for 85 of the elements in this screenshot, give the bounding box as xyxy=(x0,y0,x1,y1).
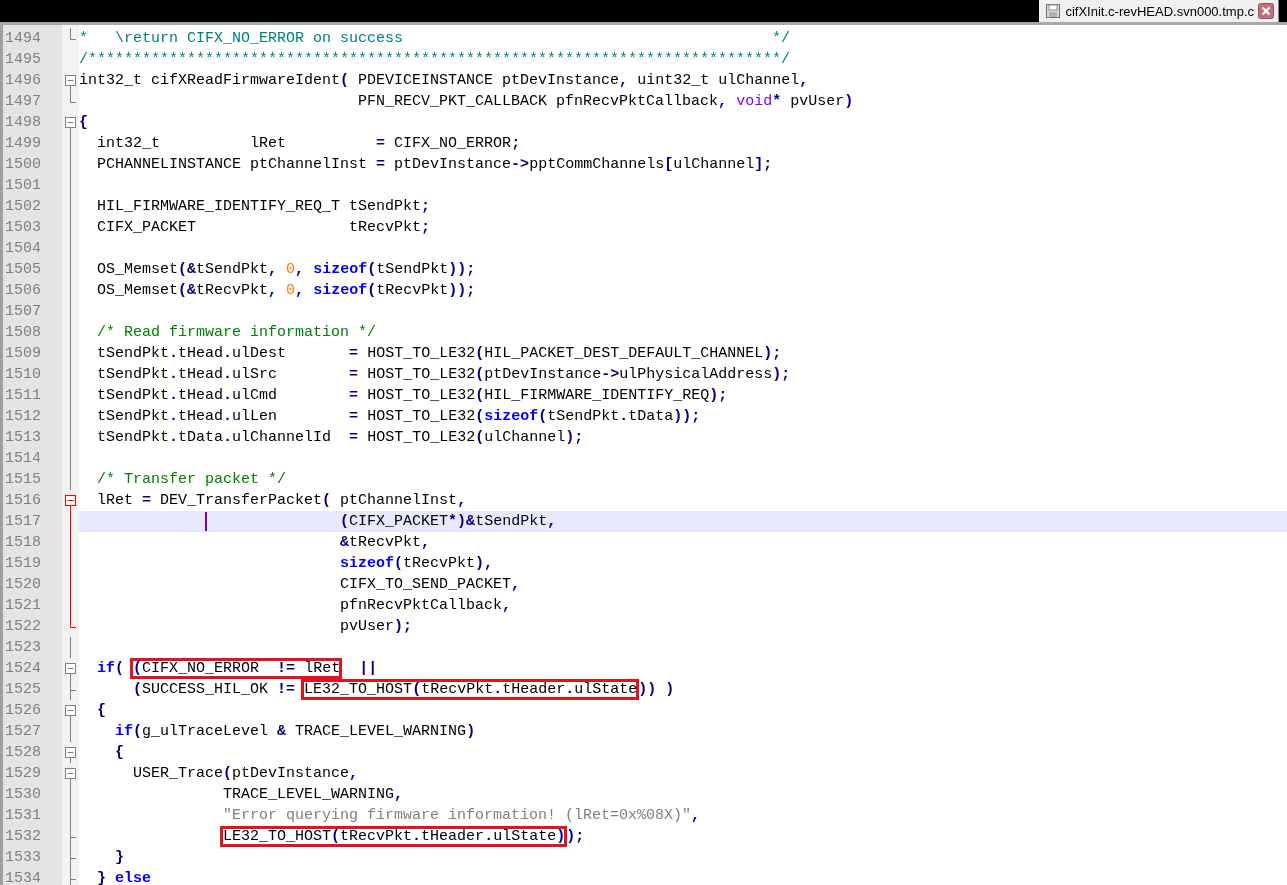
code-line: tSendPkt.tHead.ulSrc = HOST_TO_LE32(ptDevInstance->ulPhysicalAddress); xyxy=(96,366,791,383)
code-line: CIFX_TO_SEND_PACKET, xyxy=(339,576,521,593)
line-number: 1525 xyxy=(5,680,42,700)
code-line: PFN_RECV_PKT_CALLBACK pfnRecvPktCallback, void* pvUser) xyxy=(357,93,854,110)
line-number: 1529 xyxy=(5,764,42,784)
code-line: TRACE_LEVEL_WARNING, xyxy=(222,786,404,803)
line-number: 1534 xyxy=(5,869,42,885)
code-line: HIL_FIRMWARE_IDENTIFY_REQ_T tSendPkt; xyxy=(96,198,431,215)
code-line: /*****************************************************************************/ xyxy=(79,51,791,68)
code-line: (CIFX_PACKET*)&tSendPkt, xyxy=(79,513,557,530)
code-line: "Error querying firmware information! (lRet=0x%08X)", xyxy=(222,807,701,824)
line-number: 1503 xyxy=(5,218,42,238)
line-number: 1533 xyxy=(5,848,42,868)
line-number: 1497 xyxy=(5,92,42,112)
code-line: if( (CIFX_NO_ERROR != lRet || xyxy=(96,660,378,677)
fold-minus-icon[interactable] xyxy=(65,705,76,721)
line-number: 1511 xyxy=(5,386,42,406)
file-tab[interactable]: cifXInit.c-revHEAD.svn000.tmp.c xyxy=(1039,0,1279,22)
code-line: lRet = DEV_TransferPacket( ptChannelInst, xyxy=(96,492,467,509)
line-number: 1500 xyxy=(5,155,42,175)
code-line: pvUser); xyxy=(339,618,413,635)
line-number: 1506 xyxy=(5,281,42,301)
line-number: 1520 xyxy=(5,575,42,595)
fold-minus-icon[interactable] xyxy=(65,747,76,763)
code-line: /* Read firmware information */ xyxy=(96,324,377,341)
line-number: 1527 xyxy=(5,722,42,742)
line-number: 1522 xyxy=(5,617,42,637)
code-line: * \return CIFX_NO_ERROR on success */ xyxy=(79,30,791,47)
line-number: 1512 xyxy=(5,407,42,427)
code-line: { xyxy=(79,114,88,131)
code-line: tSendPkt.tHead.ulLen = HOST_TO_LE32(sizeof(tSendPkt.tData)); xyxy=(96,408,701,425)
code-line: { xyxy=(96,702,107,719)
code-line: LE32_TO_HOST(tRecvPkt.tHeader.ulState)); xyxy=(79,828,585,845)
line-number: 1516 xyxy=(5,491,42,511)
line-number: 1532 xyxy=(5,827,42,847)
code-line: CIFX_PACKET tRecvPkt; xyxy=(96,219,431,236)
line-number: 1508 xyxy=(5,323,42,343)
line-number: 1495 xyxy=(5,50,42,70)
code-line: tSendPkt.tData.ulChannelId = HOST_TO_LE32(ulChannel); xyxy=(96,429,584,446)
line-number: 1507 xyxy=(5,302,42,322)
line-number: 1504 xyxy=(5,239,42,259)
line-number: 1498 xyxy=(5,113,42,133)
line-number: 1531 xyxy=(5,806,42,826)
code-line: PCHANNELINSTANCE ptChannelInst = ptDevInstance->pptCommChannels[ulChannel]; xyxy=(96,156,773,173)
code-line: { xyxy=(114,744,125,761)
code-line: OS_Memset(&tSendPkt, 0, sizeof(tSendPkt)); xyxy=(96,261,476,278)
line-number: 1499 xyxy=(5,134,42,154)
fold-minus-icon[interactable] xyxy=(65,75,76,91)
line-number: 1521 xyxy=(5,596,42,616)
line-number: 1530 xyxy=(5,785,42,805)
line-number: 1502 xyxy=(5,197,42,217)
line-number: 1494 xyxy=(5,29,42,49)
line-number: 1510 xyxy=(5,365,42,385)
line-number: 1496 xyxy=(5,71,42,91)
code-line: tSendPkt.tHead.ulCmd = HOST_TO_LE32(HIL_FIRMWARE_IDENTIFY_REQ); xyxy=(96,387,728,404)
code-line: int32_t cifXReadFirmwareIdent( PDEVICEINSTANCE ptDevInstance, uint32_t ulChannel, xyxy=(79,72,809,89)
line-number: 1526 xyxy=(5,701,42,721)
line-number: 1523 xyxy=(5,638,42,658)
line-number: 1514 xyxy=(5,449,42,469)
fold-minus-icon[interactable] xyxy=(65,495,76,511)
code-line: } else xyxy=(96,870,152,885)
line-number: 1501 xyxy=(5,176,42,196)
line-number: 1505 xyxy=(5,260,42,280)
code-line: USER_Trace(ptDevInstance, xyxy=(132,765,359,782)
code-line: sizeof(tRecvPkt), xyxy=(339,555,494,572)
line-number: 1509 xyxy=(5,344,42,364)
code-line: tSendPkt.tHead.ulDest = HOST_TO_LE32(HIL_PACKET_DEST_DEFAULT_CHANNEL); xyxy=(96,345,782,362)
code-line: &tRecvPkt, xyxy=(339,534,431,551)
fold-minus-icon[interactable] xyxy=(65,117,76,133)
line-number: 1519 xyxy=(5,554,42,574)
code-line: int32_t lRet = CIFX_NO_ERROR; xyxy=(96,135,521,152)
code-line: OS_Memset(&tRecvPkt, 0, sizeof(tRecvPkt)); xyxy=(96,282,476,299)
code-line: } xyxy=(114,849,125,866)
close-icon[interactable] xyxy=(1258,3,1274,19)
fold-minus-icon[interactable] xyxy=(65,768,76,784)
line-number: 1528 xyxy=(5,743,42,763)
line-number: 1517 xyxy=(5,512,42,532)
code-line: /* Transfer packet */ xyxy=(96,471,287,488)
line-number: 1518 xyxy=(5,533,42,553)
code-line: pfnRecvPktCallback, xyxy=(339,597,512,614)
line-number: 1515 xyxy=(5,470,42,490)
line-number: 1513 xyxy=(5,428,42,448)
fold-minus-icon[interactable] xyxy=(65,663,76,679)
line-number: 1524 xyxy=(5,659,42,679)
code-line: if(g_ulTraceLevel & TRACE_LEVEL_WARNING) xyxy=(114,723,476,740)
